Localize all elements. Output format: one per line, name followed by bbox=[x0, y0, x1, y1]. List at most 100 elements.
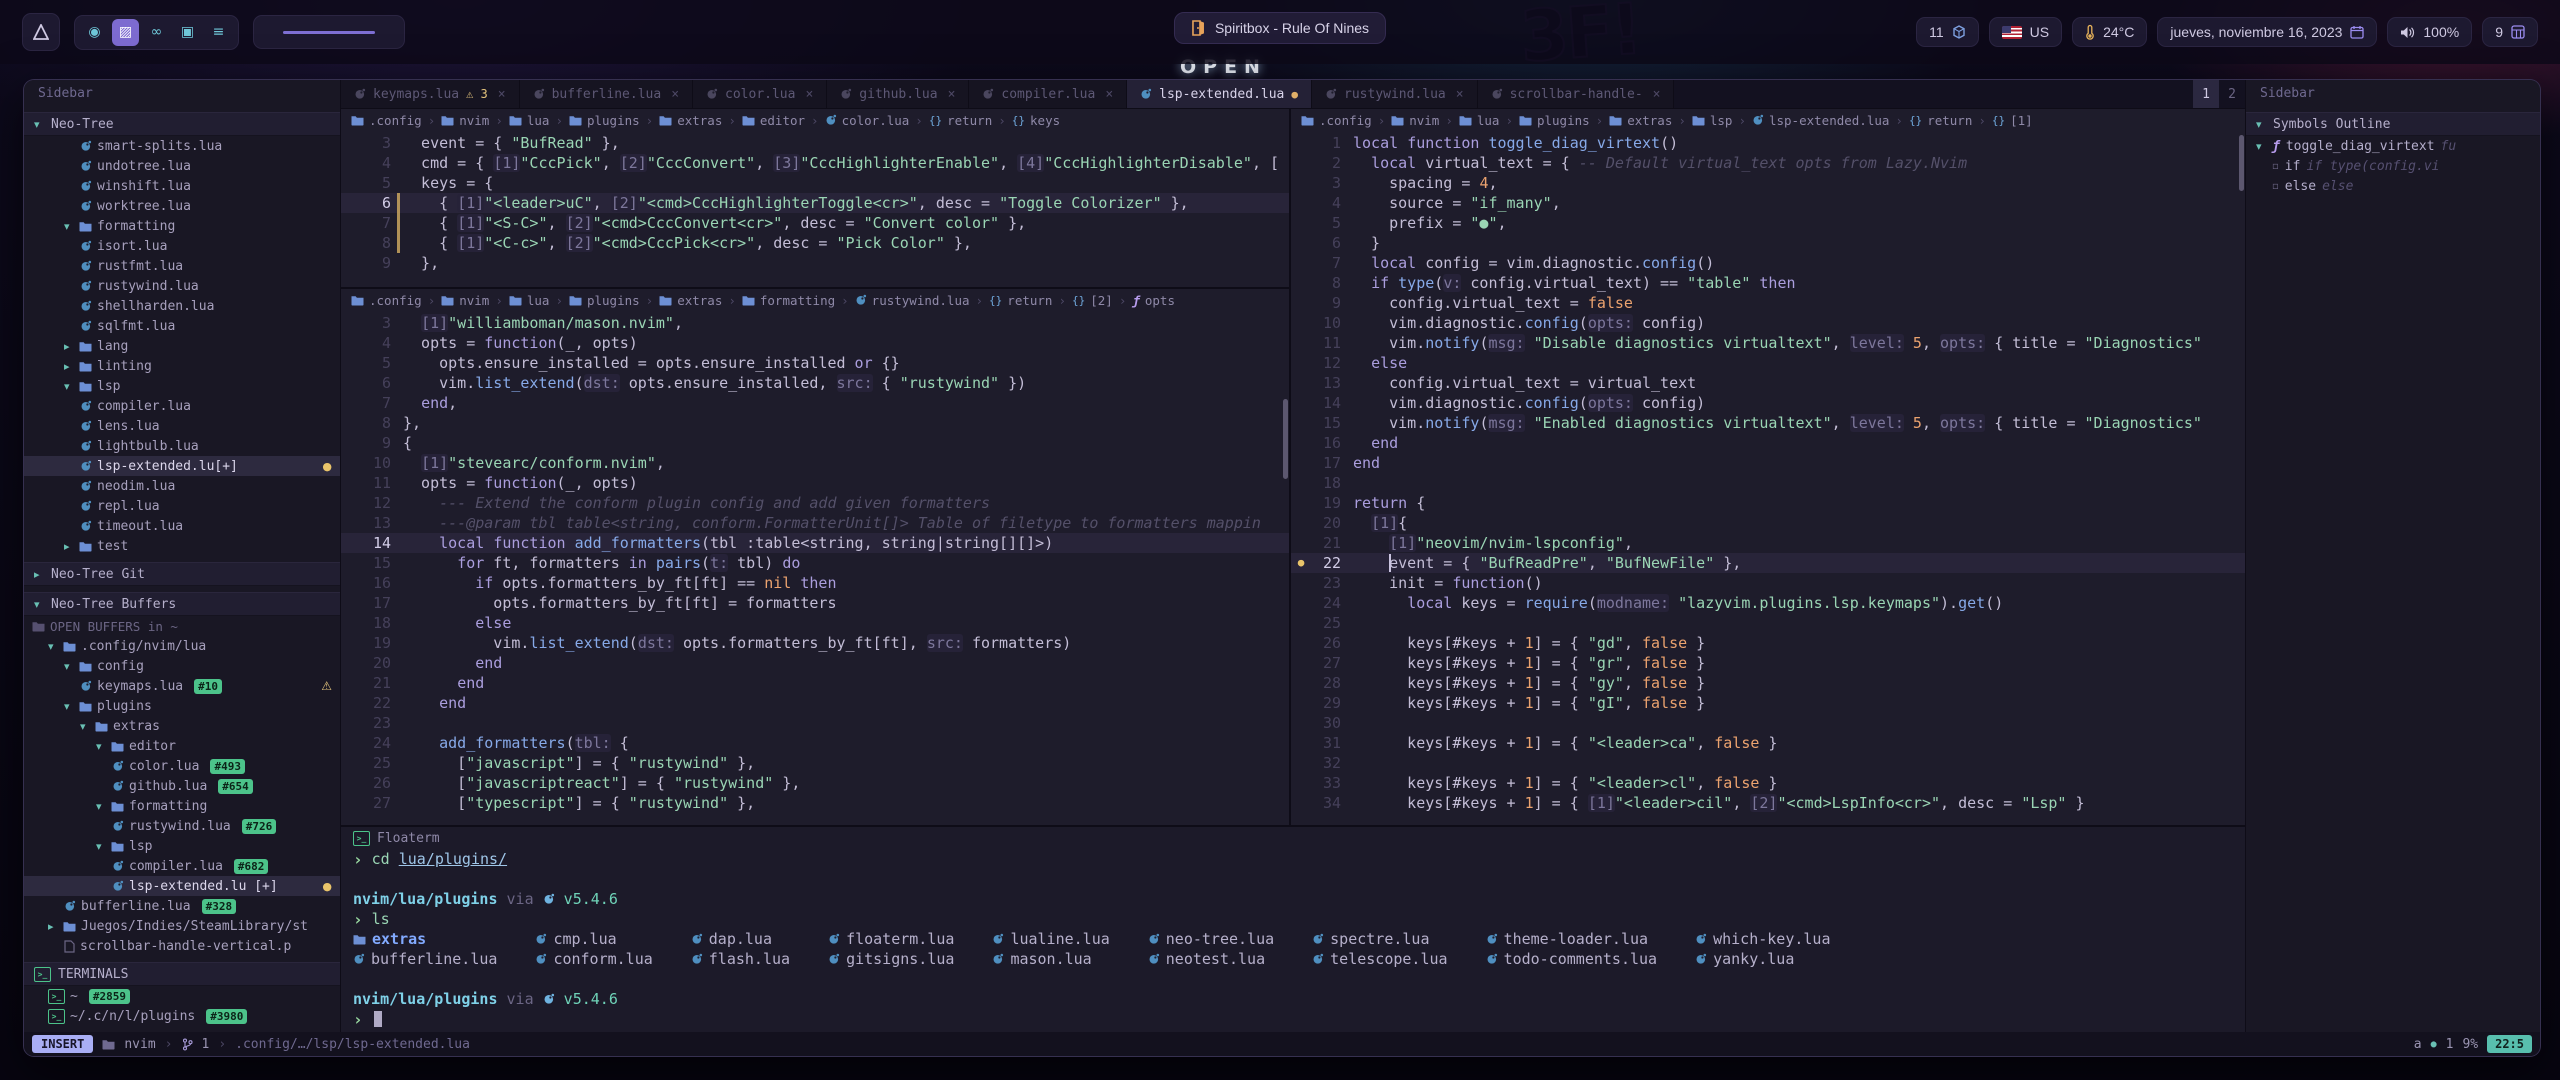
code-line-25[interactable]: 25 bbox=[1291, 613, 2245, 633]
breadcrumb-item[interactable]: {}return bbox=[1909, 113, 1972, 128]
breadcrumb-item[interactable]: formatting bbox=[742, 293, 835, 308]
tree-item-sqlfmt-lua[interactable]: sqlfmt.lua bbox=[24, 316, 340, 336]
scratchpad-widget[interactable]: 9 bbox=[2482, 17, 2538, 47]
tree-item-keymaps-lua[interactable]: keymaps.lua#10⚠ bbox=[24, 676, 340, 696]
tab-bufferline-lua[interactable]: bufferline.lua× bbox=[520, 80, 693, 108]
code-line-21[interactable]: 21 end bbox=[341, 673, 1289, 693]
tree-item-c-n-l-plugins[interactable]: >_~/.c/n/l/plugins#3980 bbox=[24, 1006, 340, 1026]
tree-item-lens-lua[interactable]: lens.lua bbox=[24, 416, 340, 436]
code-line-21[interactable]: 21 [1]"neovim/nvim-lspconfig", bbox=[1291, 533, 2245, 553]
code-line-30[interactable]: 30 bbox=[1291, 713, 2245, 733]
code-line-4[interactable]: 4 opts = function(_, opts) bbox=[341, 333, 1289, 353]
code-line-15[interactable]: 15 for ft, formatters in pairs(t: tbl) d… bbox=[341, 553, 1289, 573]
tree-item-lang[interactable]: ▸lang bbox=[24, 336, 340, 356]
breadcrumb-item[interactable]: extras bbox=[659, 113, 722, 128]
neotree-buffers-header[interactable]: ▾ Neo-Tree Buffers bbox=[24, 592, 340, 616]
code-line-28[interactable]: 28 keys[#keys + 1] = { "gy", false } bbox=[1291, 673, 2245, 693]
tree-item-rustywind-lua[interactable]: rustywind.lua bbox=[24, 276, 340, 296]
clock-widget[interactable]: jueves, noviembre 16, 2023 bbox=[2157, 17, 2377, 47]
breadcrumb-item[interactable]: extras bbox=[1609, 113, 1672, 128]
tree-item-test[interactable]: ▸test bbox=[24, 536, 340, 556]
tree-item-compiler-lua[interactable]: compiler.lua bbox=[24, 396, 340, 416]
code-line-17[interactable]: 17end bbox=[1291, 453, 2245, 473]
close-icon[interactable]: × bbox=[498, 87, 506, 102]
code-line-16[interactable]: 16 end bbox=[1291, 433, 2245, 453]
breadcrumb-item[interactable]: nvim bbox=[441, 113, 489, 128]
breadcrumb-item[interactable]: lua bbox=[1459, 113, 1500, 128]
tree-item-github-lua[interactable]: github.lua#654 bbox=[24, 776, 340, 796]
tree-item-lsp-extended-lu[interactable]: lsp-extended.lu [+]● bbox=[24, 876, 340, 896]
code-line-16[interactable]: 16 if opts.formatters_by_ft[ft] == nil t… bbox=[341, 573, 1289, 593]
code-line-3[interactable]: 3 [1]"williamboman/mason.nvim", bbox=[341, 313, 1289, 333]
code-line-22[interactable]: ●22 event = { "BufReadPre", "BufNewFile"… bbox=[1291, 553, 2245, 573]
code-line-23[interactable]: 23 bbox=[341, 713, 1289, 733]
tree-item-color-lua[interactable]: color.lua#493 bbox=[24, 756, 340, 776]
breadcrumb-item[interactable]: lsp bbox=[1692, 113, 1733, 128]
code-area[interactable]: 3 [1]"williamboman/mason.nvim",4 opts = … bbox=[341, 311, 1289, 825]
code-line-27[interactable]: 27 keys[#keys + 1] = { "gr", false } bbox=[1291, 653, 2245, 673]
code-line-29[interactable]: 29 keys[#keys + 1] = { "gI", false } bbox=[1291, 693, 2245, 713]
tree-item-compiler-lua[interactable]: compiler.lua#682 bbox=[24, 856, 340, 876]
code-line-27[interactable]: 27 ["typescript"] = { "rustywind" }, bbox=[341, 793, 1289, 813]
tree-item-editor[interactable]: ▾editor bbox=[24, 736, 340, 756]
breadcrumb-item[interactable]: plugins bbox=[569, 113, 640, 128]
code-line-4[interactable]: 4 source = "if_many", bbox=[1291, 193, 2245, 213]
code-line-32[interactable]: 32 bbox=[1291, 753, 2245, 773]
breadcrumb-item[interactable]: .config bbox=[351, 113, 422, 128]
neotree-files-header[interactable]: ▾ Neo-Tree bbox=[24, 112, 340, 136]
code-line-18[interactable]: 18 bbox=[1291, 473, 2245, 493]
scrollbar-handle[interactable] bbox=[2239, 135, 2244, 191]
tree-item-extras[interactable]: ▾extras bbox=[24, 716, 340, 736]
code-line-24[interactable]: 24 add_formatters(tbl: { bbox=[341, 733, 1289, 753]
code-area[interactable]: 1local function toggle_diag_virtext()2 l… bbox=[1291, 131, 2245, 825]
code-line-3[interactable]: 3 event = { "BufRead" }, bbox=[341, 133, 1289, 153]
tree-item-shellharden-lua[interactable]: shellharden.lua bbox=[24, 296, 340, 316]
code-line-11[interactable]: 11 vim.notify(msg: "Disable diagnostics … bbox=[1291, 333, 2245, 353]
workspace-button-1[interactable]: ◉ bbox=[81, 19, 108, 46]
close-icon[interactable]: × bbox=[671, 87, 679, 102]
code-line-11[interactable]: 11 opts = function(_, opts) bbox=[341, 473, 1289, 493]
breadcrumb-item[interactable]: editor bbox=[742, 113, 805, 128]
tree-group-open-buffers-in[interactable]: OPEN BUFFERS in ~ bbox=[24, 616, 340, 636]
tree-item-lsp[interactable]: ▾lsp bbox=[24, 836, 340, 856]
breadcrumb-item[interactable]: lua bbox=[509, 113, 550, 128]
window-title-pill[interactable] bbox=[253, 15, 405, 49]
code-line-1[interactable]: 1local function toggle_diag_virtext() bbox=[1291, 133, 2245, 153]
editor-pane-lsp-extended-lua[interactable]: .config›nvim›lua›plugins›extras›lsp›lsp-… bbox=[1291, 109, 2245, 825]
tab-rustywind-lua[interactable]: rustywind.lua× bbox=[1312, 80, 1478, 108]
breadcrumb-item[interactable]: .config bbox=[1301, 113, 1372, 128]
code-line-31[interactable]: 31 keys[#keys + 1] = { "<leader>ca", fal… bbox=[1291, 733, 2245, 753]
workspace-button-4[interactable]: ▣ bbox=[174, 19, 201, 46]
code-line-17[interactable]: 17 opts.formatters_by_ft[ft] = formatter… bbox=[341, 593, 1289, 613]
workspace-button-2[interactable]: ▨ bbox=[112, 19, 139, 46]
code-area[interactable]: 3 event = { "BufRead" },4 cmd = { [1]"Cc… bbox=[341, 131, 1289, 287]
code-line-34[interactable]: 34 keys[#keys + 1] = { [1]"<leader>cil",… bbox=[1291, 793, 2245, 813]
code-line-20[interactable]: 20 [1]{ bbox=[1291, 513, 2245, 533]
tree-item-timeout-lua[interactable]: timeout.lua bbox=[24, 516, 340, 536]
launcher-button[interactable] bbox=[22, 13, 60, 51]
tab-scrollbar-handle[interactable]: scrollbar-handle-× bbox=[1478, 80, 1675, 108]
tree-item-winshift-lua[interactable]: winshift.lua bbox=[24, 176, 340, 196]
code-line-23[interactable]: 23 init = function() bbox=[1291, 573, 2245, 593]
tree-item-scrollbar-handle-vertical-p[interactable]: scrollbar-handle-vertical.p bbox=[24, 936, 340, 956]
code-line-8[interactable]: 8 if type(v: config.virtual_text) == "ta… bbox=[1291, 273, 2245, 293]
tab-compiler-lua[interactable]: compiler.lua× bbox=[969, 80, 1127, 108]
tabpage-1[interactable]: 1 bbox=[2193, 80, 2219, 108]
code-line-10[interactable]: 10 [1]"stevearc/conform.nvim", bbox=[341, 453, 1289, 473]
code-line-26[interactable]: 26 keys[#keys + 1] = { "gd", false } bbox=[1291, 633, 2245, 653]
tree-item-linting[interactable]: ▸linting bbox=[24, 356, 340, 376]
code-line-2[interactable]: 2 local virtual_text = { -- Default virt… bbox=[1291, 153, 2245, 173]
code-line-24[interactable]: 24 local keys = require(modname: "lazyvi… bbox=[1291, 593, 2245, 613]
close-icon[interactable]: × bbox=[948, 87, 956, 102]
tree-item-bufferline-lua[interactable]: bufferline.lua#328 bbox=[24, 896, 340, 916]
close-icon[interactable]: × bbox=[1653, 87, 1661, 102]
tab-keymaps-lua[interactable]: keymaps.lua⚠ 3× bbox=[341, 80, 520, 108]
tree-item-juegos-indies-steamlibrary-st[interactable]: ▸Juegos/Indies/SteamLibrary/st bbox=[24, 916, 340, 936]
breadcrumb-item[interactable]: {}[1] bbox=[1992, 113, 2033, 128]
tree-item-repl-lua[interactable]: repl.lua bbox=[24, 496, 340, 516]
updates-widget[interactable]: 11 bbox=[1916, 17, 1979, 47]
breadcrumb-item[interactable]: {}keys bbox=[1012, 113, 1060, 128]
breadcrumb-item[interactable]: nvim bbox=[1391, 113, 1439, 128]
code-line-14[interactable]: 14 local function add_formatters(tbl :ta… bbox=[341, 533, 1289, 553]
code-line-12[interactable]: 12 else bbox=[1291, 353, 2245, 373]
